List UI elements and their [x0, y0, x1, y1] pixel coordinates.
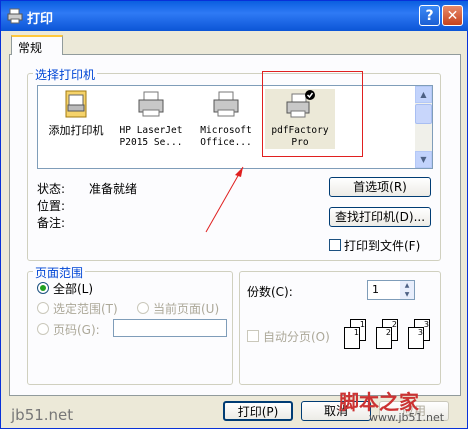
printer-item-add[interactable]: 添加打印机 [41, 89, 111, 137]
collate-label[interactable]: 自动分页(O) [263, 328, 330, 345]
location-label: 位置: [37, 199, 66, 213]
annotation-arrow-icon [205, 166, 244, 233]
printer-label-2: Office... [200, 137, 252, 148]
range-selection-radio[interactable] [37, 302, 49, 314]
copies-label: 份数(C): [247, 285, 293, 299]
collate-checkbox[interactable] [247, 330, 259, 342]
range-all-label[interactable]: 全部(L) [53, 280, 93, 297]
print-dialog: 打印 ? ✕ 常规 选择打印机 添加打印机 HP LaserJet P2015 … [0, 0, 468, 429]
find-printer-button[interactable]: 查找打印机(D)... [329, 207, 431, 227]
highlight-box [262, 71, 363, 157]
printer-group-legend: 选择打印机 [33, 66, 98, 83]
status-label: 状态: [37, 182, 66, 196]
scroll-thumb[interactable] [415, 104, 432, 124]
copies-value: 1 [372, 283, 379, 296]
printer-item-office[interactable]: Microsoft Office... [191, 89, 261, 149]
close-button[interactable]: ✕ [442, 5, 463, 26]
printer-item-hp[interactable]: HP LaserJet P2015 Se... [116, 89, 186, 149]
title-bar[interactable]: 打印 ? ✕ [1, 1, 468, 31]
scroll-down-icon[interactable]: ▼ [415, 151, 432, 168]
page-sheet-front: 3 [408, 327, 424, 349]
range-current-label[interactable]: 当前页面(U) [153, 300, 219, 317]
printer-label: Microsoft [200, 125, 252, 136]
comment-label: 备注: [37, 216, 66, 230]
range-pages-radio[interactable] [37, 323, 49, 335]
watermark-left: jb51.net [11, 406, 74, 424]
window-title: 打印 [27, 12, 54, 27]
page-sheet-front: 1 [344, 327, 360, 349]
range-current-radio[interactable] [137, 302, 149, 314]
spinner-arrows-icon[interactable]: ▲ ▼ [400, 281, 414, 299]
page-sheet-front: 2 [376, 327, 392, 349]
range-pages-label[interactable]: 页码(G): [53, 321, 100, 338]
range-all-radio[interactable] [37, 282, 49, 294]
printer-label: 添加打印机 [48, 124, 104, 137]
range-selection-label[interactable]: 选定范围(T) [53, 300, 118, 317]
printer-label: HP LaserJet [119, 125, 183, 136]
preferences-button[interactable]: 首选项(R) [329, 177, 431, 197]
page-range-legend: 页面范围 [33, 264, 86, 281]
laser-printer-icon [138, 91, 164, 117]
add-printer-icon [65, 90, 87, 118]
help-button[interactable]: ? [419, 5, 440, 26]
printer-icon [7, 8, 23, 24]
page-numbers-input[interactable] [113, 319, 227, 337]
printer-list-scrollbar[interactable]: ▲ ▼ [415, 86, 432, 168]
watermark-url: www.jb51.net [369, 411, 445, 424]
status-value: 准备就绪 [89, 182, 138, 196]
scroll-up-icon[interactable]: ▲ [415, 86, 432, 103]
print-to-file-checkbox[interactable] [329, 239, 341, 251]
print-button[interactable]: 打印(P) [223, 401, 293, 421]
print-to-file-label[interactable]: 打印到文件(F) [344, 237, 420, 254]
printer-label-2: P2015 Se... [119, 137, 183, 148]
copies-input[interactable]: 1 ▲ ▼ [367, 280, 415, 300]
printer-icon [213, 91, 239, 117]
collate-illustration: 1 1 2 2 3 3 [341, 319, 437, 349]
tab-general[interactable]: 常规 [11, 35, 63, 55]
